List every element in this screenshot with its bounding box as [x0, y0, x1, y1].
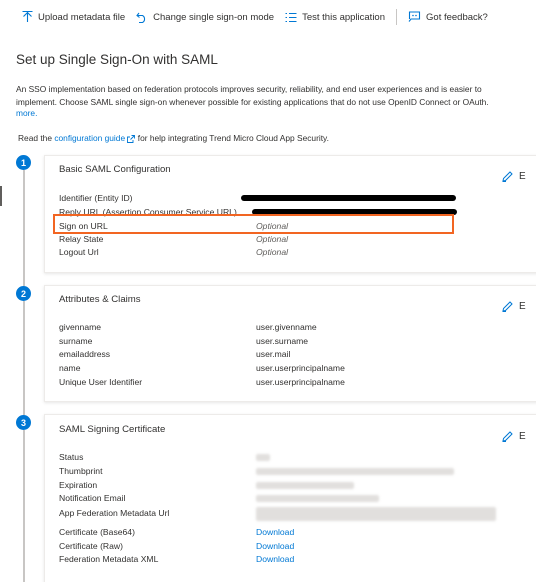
claim-value: user.surname	[256, 336, 309, 346]
change-sso-mode-label: Change single sign-on mode	[153, 11, 275, 23]
field-label: Relay State	[59, 234, 104, 244]
blurred-url-box[interactable]	[256, 507, 496, 521]
change-sso-mode-button[interactable]: Change single sign-on mode	[136, 11, 274, 23]
field-label: Certificate (Raw)	[59, 541, 123, 551]
claim-row: givenname user.givenname	[59, 321, 536, 334]
cert-row-notification-email: Notification Email	[59, 492, 536, 505]
cert-row-base64: Certificate (Base64) Download	[59, 526, 536, 539]
timeline-rail	[23, 301, 25, 415]
step-badge-1: 1	[16, 155, 31, 170]
claim-row: Unique User Identifier user.userprincipa…	[59, 376, 536, 389]
pencil-icon	[502, 171, 513, 182]
configuration-guide-link[interactable]: configuration guide	[54, 133, 125, 143]
list-icon	[285, 12, 297, 23]
claim-value: user.userprincipalname	[256, 377, 345, 387]
test-application-button[interactable]: Test this application	[285, 12, 385, 23]
cert-row-raw: Certificate (Raw) Download	[59, 540, 536, 553]
field-label: Status	[59, 452, 84, 462]
learn-more-link[interactable]: more.	[16, 108, 37, 118]
field-value: Optional	[256, 234, 289, 244]
feedback-button[interactable]: Got feedback?	[408, 11, 488, 23]
saml-signing-certificate-card: SAML Signing Certificate E Status Thumbp…	[44, 414, 536, 582]
step-badge-3: 3	[16, 415, 31, 430]
claim-row: name user.userprincipalname	[59, 362, 536, 375]
claim-name: givenname	[59, 322, 102, 332]
timeline-rail	[23, 430, 25, 582]
field-label: Thumbprint	[59, 466, 103, 476]
card-title: SAML Signing Certificate	[59, 424, 166, 435]
claim-name: surname	[59, 336, 93, 346]
command-bar: Upload metadata file Change single sign-…	[0, 0, 536, 34]
field-row-relay-state: Relay State Optional	[59, 233, 536, 246]
card-title: Attributes & Claims	[59, 294, 141, 305]
left-edge-marker	[0, 186, 2, 206]
field-label: Federation Metadata XML	[59, 554, 159, 564]
feedback-icon	[408, 11, 421, 23]
claim-value: user.mail	[256, 349, 291, 359]
claim-name: emailaddress	[59, 349, 111, 359]
cert-row-status: Status	[59, 451, 536, 464]
claim-value: user.userprincipalname	[256, 363, 345, 373]
pencil-icon	[502, 431, 513, 442]
download-base64-link[interactable]: Download	[256, 526, 294, 539]
upload-icon	[22, 11, 33, 23]
blurred-value	[256, 495, 379, 502]
upload-metadata-label: Upload metadata file	[38, 11, 126, 23]
feedback-label: Got feedback?	[426, 11, 488, 23]
page-title: Set up Single Sign-On with SAML	[16, 52, 218, 67]
pencil-icon	[502, 301, 513, 312]
cert-row-expiration: Expiration	[59, 479, 536, 492]
field-label: Certificate (Base64)	[59, 527, 135, 537]
field-label: Notification Email	[59, 493, 126, 503]
claim-row: emailaddress user.mail	[59, 348, 536, 361]
description-line-2: implement. Choose SAML single sign-on wh…	[16, 96, 489, 107]
card-title: Basic SAML Configuration	[59, 164, 171, 175]
field-row-identifier: Identifier (Entity ID)	[59, 192, 536, 205]
field-label: Identifier (Entity ID)	[59, 193, 133, 203]
download-raw-link[interactable]: Download	[256, 540, 294, 553]
edit-attributes-button[interactable]: E	[502, 301, 526, 312]
field-value: Optional	[256, 247, 289, 257]
claim-name: Unique User Identifier	[59, 377, 143, 387]
field-label: App Federation Metadata Url	[59, 508, 170, 518]
download-metadata-xml-link[interactable]: Download	[256, 553, 294, 566]
upload-metadata-button[interactable]: Upload metadata file	[22, 11, 125, 23]
blurred-value	[256, 454, 270, 461]
read-suffix: for help integrating Trend Micro Cloud A…	[135, 133, 329, 143]
edit-label: E	[519, 431, 526, 442]
configuration-guide-line: Read the configuration guide for help in…	[18, 133, 329, 143]
claim-value: user.givenname	[256, 322, 317, 332]
claim-name: name	[59, 363, 81, 373]
edit-label: E	[519, 301, 526, 312]
undo-icon	[136, 11, 148, 23]
blurred-value	[256, 482, 354, 489]
blurred-value	[256, 468, 454, 475]
step-badge-2: 2	[16, 286, 31, 301]
cert-row-thumbprint: Thumbprint	[59, 465, 536, 478]
read-prefix: Read the	[18, 133, 55, 143]
edit-basic-saml-button[interactable]: E	[502, 171, 526, 182]
cert-row-metadata-xml: Federation Metadata XML Download	[59, 553, 536, 566]
edit-certificate-button[interactable]: E	[502, 431, 526, 442]
field-row-logout-url: Logout Url Optional	[59, 246, 536, 259]
description-line-1: An SSO implementation based on federatio…	[16, 84, 482, 94]
page-description: An SSO implementation based on federatio…	[16, 83, 536, 108]
toolbar-divider	[396, 9, 398, 25]
timeline-rail	[23, 170, 25, 286]
test-application-label: Test this application	[302, 11, 386, 23]
attributes-claims-card: Attributes & Claims E givenname user.giv…	[44, 285, 536, 402]
cert-row-metadata-url: App Federation Metadata Url	[59, 507, 536, 521]
field-label: Expiration	[59, 480, 98, 490]
redacted-value	[241, 195, 456, 201]
claim-row: surname user.surname	[59, 335, 536, 348]
sign-on-url-highlight	[53, 214, 454, 234]
field-label: Logout Url	[59, 247, 99, 257]
edit-label: E	[519, 171, 526, 182]
